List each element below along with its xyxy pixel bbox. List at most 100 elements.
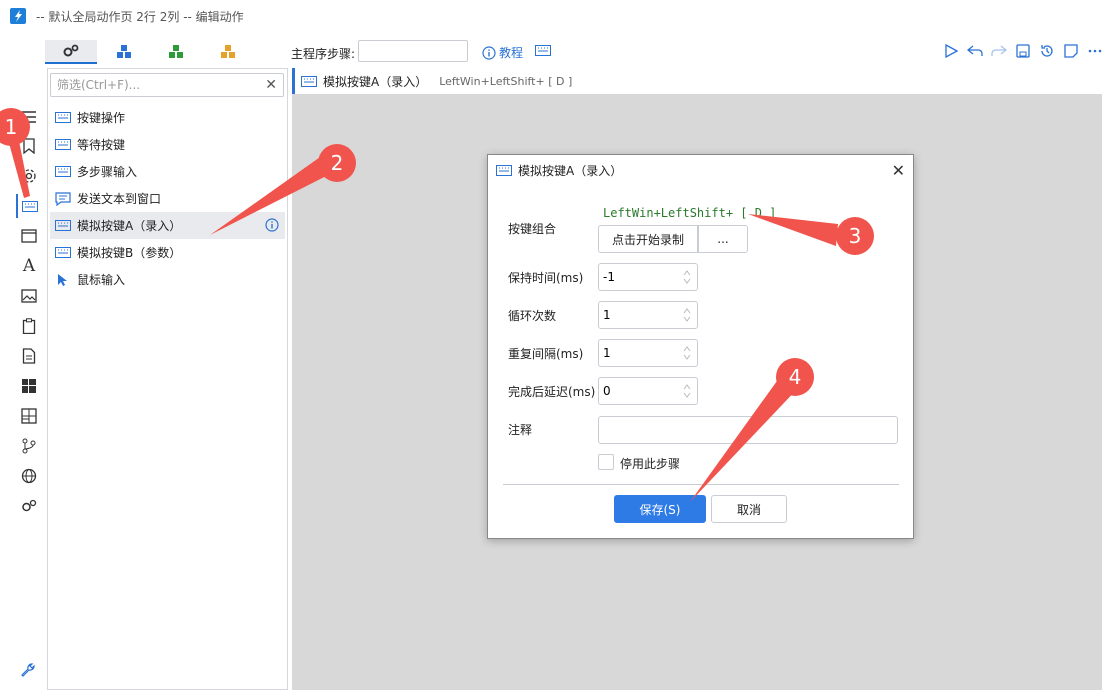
list-item[interactable]: 模拟按键A（录入） [50, 212, 285, 239]
gear-icon [22, 169, 36, 183]
tab-orange-cubes[interactable] [202, 40, 254, 64]
rail-clipboard[interactable] [16, 314, 42, 338]
hold-time-spinner [598, 263, 698, 291]
category-rail: A [12, 100, 46, 692]
list-item[interactable]: 发送文本到窗口 [50, 185, 285, 212]
info-icon [482, 45, 496, 60]
rail-window[interactable] [16, 224, 42, 248]
rail-tools[interactable] [20, 662, 36, 681]
spinner-arrows-icon[interactable] [682, 344, 692, 362]
spinner-arrows-icon[interactable] [682, 306, 692, 324]
windows-logo-icon [22, 379, 36, 393]
cancel-button[interactable]: 取消 [711, 495, 787, 523]
repeat-interval-input[interactable] [599, 346, 677, 360]
list-item[interactable]: 多步骤输入 [50, 158, 285, 185]
spinner-arrows-icon[interactable] [682, 268, 692, 286]
hold-time-label: 保持时间(ms) [508, 271, 584, 285]
keyboard-icon [55, 138, 73, 152]
note-icon [1064, 44, 1078, 58]
rail-windows[interactable] [16, 374, 42, 398]
main-step-input[interactable] [358, 40, 468, 62]
rail-image[interactable] [16, 284, 42, 308]
marker-2: 2 [318, 144, 356, 182]
cubes-icon [221, 45, 235, 58]
list-item[interactable]: 鼠标输入 [50, 266, 285, 293]
list-item-label: 按键操作 [77, 111, 126, 125]
keyboard-icon [496, 164, 512, 176]
record-button[interactable]: 点击开始录制 [598, 225, 698, 253]
cubes-icon [117, 45, 131, 58]
tutorial-link[interactable]: 教程 [482, 44, 523, 61]
tab-blue-cubes[interactable] [98, 40, 150, 64]
post-delay-spinner [598, 377, 698, 405]
key-combo-label: 按键组合 [508, 222, 557, 236]
undo-button[interactable] [966, 41, 984, 61]
save-file-button[interactable] [1014, 41, 1032, 61]
note-button[interactable] [1062, 41, 1080, 61]
post-delay-label: 完成后延迟(ms) [508, 385, 596, 399]
rail-branch[interactable] [16, 434, 42, 458]
key-combo-value: LeftWin+LeftShift+ [ D ] [603, 206, 777, 220]
save-button[interactable]: 保存(S) [614, 495, 706, 523]
rail-settings[interactable] [16, 164, 42, 188]
play-icon [945, 44, 958, 58]
history-button[interactable] [1038, 41, 1056, 61]
filter-input[interactable] [51, 78, 256, 92]
selected-action-keys: LeftWin+LeftShift+ [ D ] [439, 74, 573, 88]
clipboard-icon [22, 318, 36, 334]
top-tab-bar: 主程序步骤: 教程 [0, 38, 1102, 66]
redo-button[interactable] [990, 41, 1008, 61]
loop-count-input[interactable] [599, 308, 677, 322]
more-icon [1088, 49, 1102, 53]
info-icon[interactable] [265, 218, 279, 235]
wrench-icon [21, 663, 35, 677]
disable-step-checkbox[interactable] [598, 454, 614, 470]
clear-icon[interactable]: ✕ [265, 77, 277, 93]
close-icon[interactable]: ✕ [892, 161, 905, 180]
dialog-divider [503, 484, 899, 485]
keyboard-icon[interactable] [535, 45, 551, 59]
list-item-label: 等待按键 [77, 138, 126, 152]
rail-grid[interactable] [16, 404, 42, 428]
document-icon [22, 348, 36, 364]
run-button[interactable] [942, 41, 960, 61]
dialog-header: 模拟按键A（录入） [488, 155, 913, 185]
dialog-title: 模拟按键A（录入） [518, 163, 623, 178]
loop-count-label: 循环次数 [508, 309, 557, 323]
tab-gears[interactable] [45, 40, 97, 64]
note-input[interactable] [598, 416, 898, 444]
selected-action-header[interactable]: 模拟按键A（录入） LeftWin+LeftShift+ [ D ] [292, 68, 1102, 94]
list-item[interactable]: 等待按键 [50, 131, 285, 158]
loop-count-spinner [598, 301, 698, 329]
marker-3: 3 [836, 217, 874, 255]
rail-document[interactable] [16, 344, 42, 368]
list-item-label: 多步骤输入 [77, 165, 138, 179]
rail-text[interactable]: A [16, 254, 42, 278]
repeat-interval-label: 重复间隔(ms) [508, 347, 584, 361]
rail-advanced[interactable] [16, 494, 42, 518]
app-logo-icon [10, 8, 26, 24]
list-item[interactable]: 按键操作 [50, 104, 285, 131]
text-icon: A [22, 256, 36, 276]
tab-green-cubes[interactable] [150, 40, 202, 64]
rail-keyboard[interactable] [16, 194, 42, 218]
keyboard-icon [55, 246, 73, 260]
image-icon [21, 289, 37, 303]
filter-box: ✕ [50, 73, 284, 97]
post-delay-input[interactable] [599, 384, 677, 398]
rail-globe[interactable] [16, 464, 42, 488]
disable-step-label: 停用此步骤 [620, 457, 681, 471]
hold-time-input[interactable] [599, 270, 677, 284]
list-item-label: 鼠标输入 [77, 273, 126, 287]
selected-action-name: 模拟按键A（录入） [323, 74, 428, 89]
branch-icon [22, 438, 36, 454]
more-keys-button[interactable]: ... [698, 225, 748, 253]
more-options-button[interactable] [1086, 41, 1102, 61]
spinner-arrows-icon[interactable] [682, 382, 692, 400]
marker-4: 4 [776, 358, 814, 396]
undo-icon [967, 45, 983, 56]
title-bar: -- 默认全局动作页 2行 2列 -- 编辑动作 [0, 0, 1102, 32]
list-item-label: 模拟按键A（录入） [77, 219, 182, 233]
keyboard-icon [301, 75, 317, 87]
list-item[interactable]: 模拟按键B（参数） [50, 239, 285, 266]
